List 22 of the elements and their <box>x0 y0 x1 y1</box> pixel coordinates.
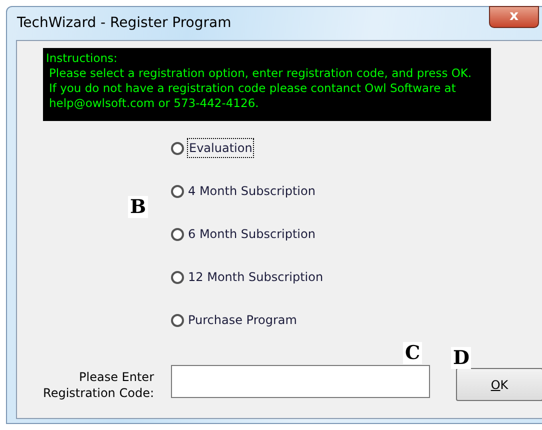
radio-button[interactable] <box>171 184 184 198</box>
option-label[interactable]: Evaluation <box>188 139 254 157</box>
option-label[interactable]: 4 Month Subscription <box>188 182 316 200</box>
registration-code-field[interactable] <box>171 365 430 398</box>
window-title: TechWizard - Register Program <box>17 14 232 32</box>
option-label[interactable]: 12 Month Subscription <box>188 268 324 286</box>
field-label: Please Enter <box>78 369 154 385</box>
instructions-text: help@owlsoft.com or 573-442-4126. <box>48 96 260 111</box>
radio-button[interactable] <box>171 314 184 326</box>
instructions-heading: Instructions: <box>46 51 118 66</box>
instructions-text: If you do not have a registration code please contanct Owl Software at <box>48 81 457 96</box>
option-label[interactable]: 6 Month Subscription <box>188 225 316 243</box>
field-label: Registration Code: <box>42 385 154 401</box>
radio-button[interactable] <box>171 270 184 284</box>
radio-button[interactable] <box>171 142 184 154</box>
callout-label: B <box>128 196 148 218</box>
instructions-text: Please select a registration option, enter registration code, and press OK. <box>48 66 473 81</box>
radio-button[interactable] <box>171 228 184 240</box>
ok-button[interactable]: OK <box>456 368 542 401</box>
option-label[interactable]: Purchase Program <box>188 311 297 329</box>
callout-label: D <box>451 347 472 369</box>
callout-label: C <box>403 342 422 364</box>
